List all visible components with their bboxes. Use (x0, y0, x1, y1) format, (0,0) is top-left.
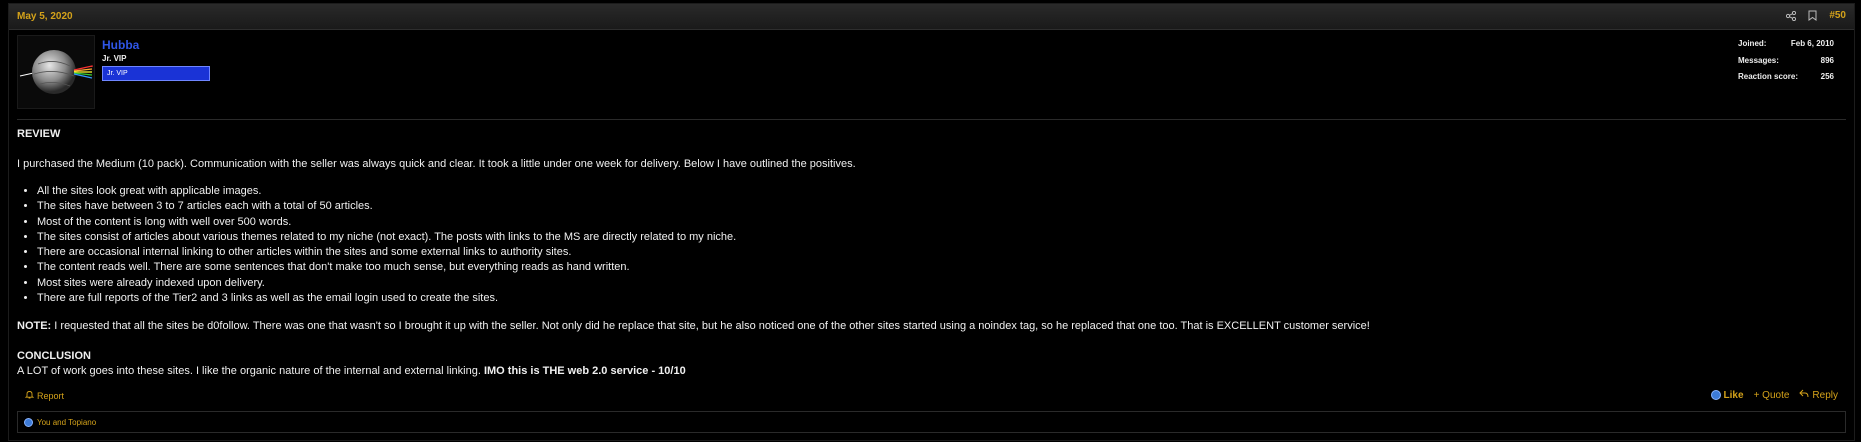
reactions-bar[interactable]: You and Topiano (17, 411, 1846, 433)
like-button[interactable]: Like (1710, 389, 1744, 401)
stat-label: Messages: (1738, 55, 1779, 65)
stat-joined: Joined: Feb 6, 2010 (1738, 39, 1834, 56)
conclusion-verdict: IMO this is THE web 2.0 service - 10/10 (483, 365, 686, 377)
report-button[interactable]: Report (24, 390, 65, 401)
reply-label: Reply (1812, 389, 1838, 401)
bookmark-icon[interactable] (1808, 10, 1817, 21)
note-text: I requested that all the sites be d0foll… (51, 320, 1370, 332)
list-item: The sites consist of articles about vari… (37, 230, 736, 245)
post-header: May 5, 2020 #50 (9, 4, 1854, 30)
report-label: Report (37, 390, 65, 401)
list-item: There are full reports of the Tier2 and … (37, 291, 736, 306)
header-divider (17, 119, 1846, 120)
list-item: All the sites look great with applicable… (37, 184, 736, 199)
conclusion-paragraph: A LOT of work goes into these sites. I l… (17, 365, 686, 377)
note-paragraph: NOTE: I requested that all the sites be … (17, 320, 1370, 332)
conclusion-text: A LOT of work goes into these sites. I l… (17, 365, 484, 377)
post-actions: Like + Quote Reply (1710, 389, 1838, 401)
reply-button[interactable]: Reply (1799, 389, 1838, 401)
quote-label: + Quote (1753, 389, 1790, 401)
note-label: NOTE: (17, 320, 52, 332)
username-link[interactable]: Hubba (102, 38, 139, 52)
user-stats: Joined: Feb 6, 2010 Messages: 896 Reacti… (1738, 39, 1834, 89)
like-reaction-icon (24, 417, 33, 427)
stat-value: Feb 6, 2010 (1790, 39, 1834, 48)
list-item: Most sites were already indexed upon del… (37, 276, 736, 291)
stat-messages: Messages: 896 (1738, 56, 1834, 73)
list-item: The content reads well. There are some s… (37, 260, 736, 275)
stat-value[interactable]: 896 (1821, 56, 1834, 73)
post-date[interactable]: May 5, 2020 (17, 11, 73, 22)
share-icon[interactable] (1786, 10, 1797, 21)
post-number-link[interactable]: #50 (1829, 10, 1846, 21)
stat-value: 256 (1820, 72, 1834, 81)
user-banner: Jr. VIP (102, 66, 210, 81)
post-header-actions: #50 (1786, 10, 1846, 21)
user-title: Jr. VIP (102, 54, 127, 63)
reply-icon (1799, 389, 1809, 401)
post-container: May 5, 2020 #50 Hubba Jr. VIP Jr. VIP Jo… (8, 3, 1855, 441)
like-icon (1710, 390, 1721, 400)
list-item: There are occasional internal linking to… (37, 245, 736, 260)
review-heading: REVIEW (17, 128, 61, 140)
positives-list: All the sites look great with applicable… (17, 184, 736, 306)
like-label: Like (1723, 389, 1744, 401)
stat-reaction-score: Reaction score: 256 (1738, 72, 1834, 89)
list-item: Most of the content is long with well ov… (37, 215, 736, 230)
reactions-text[interactable]: You and Topiano (37, 418, 96, 427)
bell-icon (24, 390, 35, 401)
conclusion-heading: CONCLUSION (17, 350, 91, 362)
avatar[interactable] (17, 35, 95, 109)
stat-label: Joined: (1738, 39, 1767, 48)
stat-label: Reaction score: (1738, 72, 1799, 81)
intro-paragraph: I purchased the Medium (10 pack). Commun… (17, 158, 856, 170)
quote-button[interactable]: + Quote (1754, 390, 1790, 401)
list-item: The sites have between 3 to 7 articles e… (37, 199, 736, 214)
